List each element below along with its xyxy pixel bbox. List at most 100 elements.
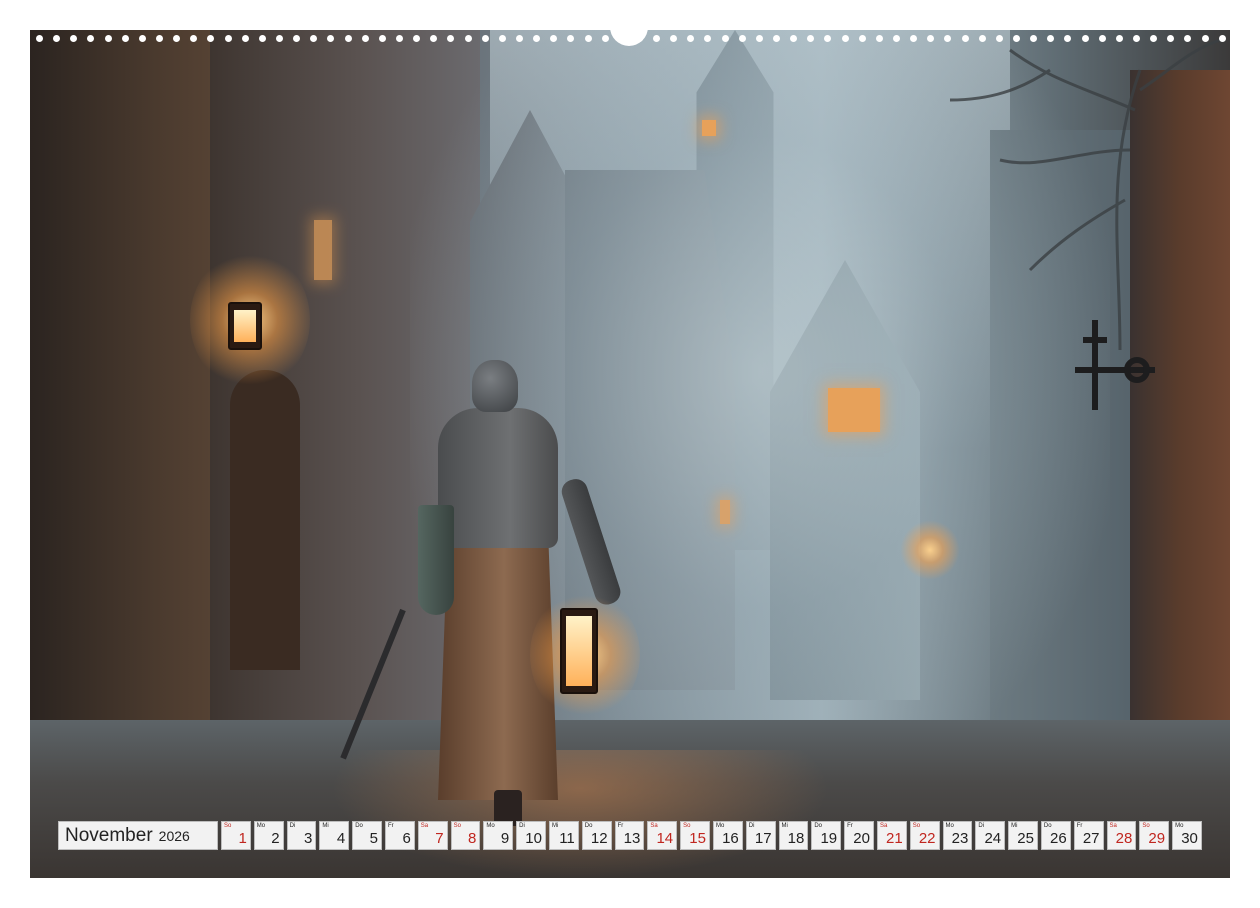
day-number: 6 <box>402 830 411 847</box>
binding-hole-icon <box>258 34 266 42</box>
weekday-label: Di <box>978 823 984 829</box>
calendar-day: Do 12 <box>581 821 612 850</box>
weekday-label: Fr <box>847 823 853 829</box>
binding-hole-icon <box>327 34 335 42</box>
day-number: 7 <box>435 830 444 847</box>
binding-hole-icon <box>978 34 986 42</box>
binding-hole-icon <box>1115 34 1123 42</box>
binding-hole-icon <box>36 34 43 42</box>
day-number: 30 <box>1181 830 1198 847</box>
hand-lantern-icon <box>560 608 598 694</box>
binding-hole-icon <box>207 34 215 42</box>
weekday-label: Di <box>748 823 755 829</box>
weekday-label: Fr <box>1076 823 1083 829</box>
day-number: 22 <box>918 830 936 847</box>
weekday-label: Do <box>814 823 823 829</box>
calendar-day: Mo 2 <box>253 821 284 850</box>
calendar-day: So 8 <box>450 821 481 850</box>
weekday-label: Mo <box>1175 823 1184 829</box>
calendar-day: Mi 25 <box>1008 821 1038 850</box>
day-number: 26 <box>1050 830 1067 847</box>
weekday-label: Mi <box>1011 823 1018 829</box>
bare-tree-branches <box>949 38 1221 350</box>
month-label: November 2026 <box>58 821 218 850</box>
day-number: 5 <box>369 830 378 847</box>
binding-hole-icon <box>567 34 575 42</box>
binding-hole-icon <box>1167 34 1175 42</box>
binding-hole-icon <box>944 34 952 42</box>
day-number: 14 <box>656 830 674 847</box>
binding-hole-icon <box>515 34 523 42</box>
binding-hole-icon <box>275 34 283 42</box>
binding-hole-icon <box>481 34 489 42</box>
binding-hole-icon <box>807 34 815 42</box>
binding-hole-icon <box>1150 34 1158 42</box>
calendar-day: Fr 27 <box>1073 821 1104 850</box>
binding-hole-icon <box>395 34 403 42</box>
weekday-label: Do <box>355 823 363 829</box>
calendar-day: So 1 <box>221 821 251 850</box>
weekday-label: Di <box>289 823 296 829</box>
day-number: 2 <box>271 830 280 847</box>
day-number: 9 <box>500 830 510 847</box>
binding-hole-icon <box>241 34 249 42</box>
weekday-label: So <box>912 823 921 829</box>
binding-hole-icon <box>738 34 746 42</box>
binding-hole-icon <box>70 34 78 42</box>
binding-hole-icon <box>1184 34 1192 42</box>
calendar-day: Mi 18 <box>778 821 809 850</box>
calendar-day: Di 10 <box>516 821 546 850</box>
month-name: November <box>65 824 153 846</box>
binding-hole-icon <box>190 34 198 42</box>
weekday-label: Sa <box>650 823 658 829</box>
binding-hole-icon <box>430 34 438 42</box>
day-number: 4 <box>336 830 346 847</box>
binding-hole-icon <box>104 34 112 42</box>
binding-hole-icon <box>841 34 849 42</box>
binding-hole-icon <box>1201 34 1209 42</box>
day-number: 24 <box>984 830 1002 847</box>
day-number: 29 <box>1148 830 1166 847</box>
binding-hole-icon <box>224 34 232 42</box>
calendar-day: Di 3 <box>286 821 317 850</box>
calendar-day: Sa 14 <box>647 821 678 850</box>
day-number: 25 <box>1017 830 1034 847</box>
calendar-day: Sa 28 <box>1106 821 1137 850</box>
weekday-label: Di <box>519 823 525 829</box>
calendar-day: So 29 <box>1139 821 1170 850</box>
binding-hole-icon <box>293 34 301 42</box>
binding-hole-icon <box>721 34 729 42</box>
calendar-day: So 22 <box>909 821 940 850</box>
day-number: 11 <box>559 830 575 847</box>
calendar-day: So 15 <box>680 821 710 850</box>
calendar-day: Fr 13 <box>614 821 645 850</box>
binding-hole-icon <box>910 34 918 42</box>
weekday-label: Mi <box>551 823 559 829</box>
binding-hole-icon <box>121 34 129 42</box>
binding-hole-icon <box>875 34 883 42</box>
weekday-label: Fr <box>387 823 394 829</box>
calendar-day: Do 5 <box>352 821 382 850</box>
weekday-label: Sa <box>420 823 429 829</box>
binding-hole-icon <box>361 34 369 42</box>
binding-hole-icon <box>584 34 592 42</box>
weekday-label: Mo <box>715 823 725 829</box>
binding-hole-icon <box>1047 34 1055 42</box>
lit-window <box>314 220 332 280</box>
binding-hole-icon <box>670 34 678 42</box>
day-number: 13 <box>623 830 641 847</box>
binding-hole-icon <box>601 34 609 42</box>
binding-hole-icon <box>858 34 866 42</box>
day-number: 10 <box>525 830 542 847</box>
day-number: 27 <box>1082 830 1100 847</box>
building-left <box>30 30 240 790</box>
knight-shield <box>418 505 454 615</box>
month-year: 2026 <box>158 827 190 844</box>
calendar-day: Sa 7 <box>417 821 448 850</box>
binding-hole-icon <box>755 34 763 42</box>
day-number: 16 <box>722 830 739 847</box>
iron-sign-bracket <box>1075 320 1155 410</box>
binding-hole-icon <box>53 34 61 42</box>
calendar-strip: November 2026 So 1 Mo 2 Di 3 Mi 4 Do 5 Fr 6 Sa 7 So 8 Mo… <box>58 821 1202 850</box>
binding-hole-icon <box>961 34 969 42</box>
